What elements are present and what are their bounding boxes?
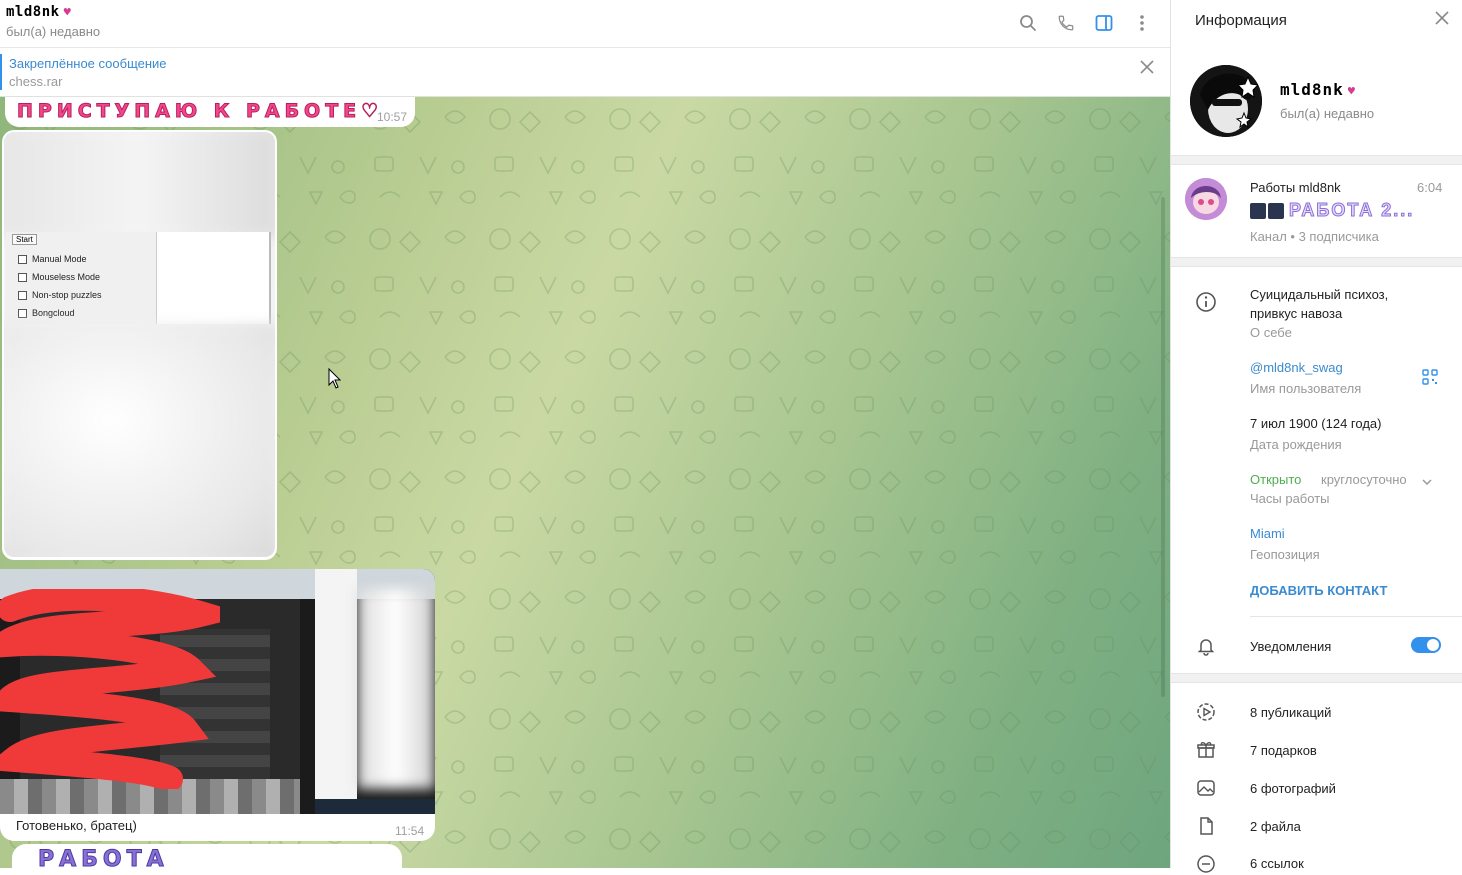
blurred-region xyxy=(4,132,275,237)
message-time: 10:57 xyxy=(377,110,408,124)
sticker-message[interactable]: РАБОТА ВЫПОЛНЕНА! xyxy=(12,844,402,868)
chat-area: mld8nk ♥ был(а) недавно Закреплённое сооб… xyxy=(0,0,1170,868)
qr-code-icon[interactable] xyxy=(1422,369,1438,390)
about-text[interactable]: Суицидальный психоз, привкус навоза xyxy=(1250,285,1420,323)
red-scribble xyxy=(0,589,220,789)
chat-background: ПРИСТУПАЮ К РАБОТЕ♡ 10:57 Start Manual M… xyxy=(0,97,1170,868)
pinned-message[interactable]: Закреплённое сообщение chess.rar xyxy=(0,48,1170,97)
channel-preview: РАБОТА 2... xyxy=(1289,200,1415,221)
profile-name: mld8nk ♥ xyxy=(1280,80,1357,99)
birthday-value[interactable]: 7 июл 1900 (124 года) xyxy=(1250,416,1381,431)
media-item-label: 6 ссылок xyxy=(1250,856,1304,871)
notifications-label: Уведомления xyxy=(1250,639,1332,654)
link-icon xyxy=(1195,853,1217,875)
section-divider xyxy=(1171,155,1462,165)
gift-icon xyxy=(1195,739,1217,761)
location-link[interactable]: Miami xyxy=(1250,526,1285,541)
notifications-toggle[interactable] xyxy=(1411,637,1441,653)
hours-open-status[interactable]: Открыто xyxy=(1250,472,1301,487)
divider xyxy=(1250,616,1462,617)
option-label: Bongcloud xyxy=(32,308,75,318)
stories-icon xyxy=(1195,701,1217,723)
checkbox-icon xyxy=(18,308,27,318)
chevron-down-icon[interactable] xyxy=(1422,474,1432,492)
birthday-label: Дата рождения xyxy=(1250,437,1342,452)
add-contact-button[interactable]: ДОБАВИТЬ КОНТАКТ xyxy=(1250,583,1387,598)
media-item-label: 7 подарков xyxy=(1250,743,1317,758)
close-icon[interactable] xyxy=(1140,60,1154,79)
media-item-label: 8 публикаций xyxy=(1250,705,1332,720)
profile-status: был(а) недавно xyxy=(1280,106,1375,121)
option-label: Non-stop puzzles xyxy=(32,290,102,300)
phone-icon[interactable] xyxy=(1052,9,1080,37)
sidebar-toggle-icon[interactable] xyxy=(1090,9,1118,37)
section-divider xyxy=(1171,257,1462,267)
pinned-indicator xyxy=(0,54,2,90)
hours-label: Часы работы xyxy=(1250,491,1330,506)
mouse-cursor-icon xyxy=(328,368,342,389)
option-label: Mouseless Mode xyxy=(32,272,101,282)
chat-status: был(а) недавно xyxy=(6,24,101,39)
username-link[interactable]: @mld8nk_swag xyxy=(1250,360,1343,375)
info-icon xyxy=(1195,291,1217,313)
checkbox-icon xyxy=(18,290,27,300)
channel-meta: Канал • 3 подписчика xyxy=(1250,229,1379,244)
message-time: 11:54 xyxy=(395,824,425,838)
screenshot-image[interactable]: Start Manual Mode Mouseless Mode Non-sto… xyxy=(4,132,275,557)
info-sidebar: Информация mld8nk ♥ был(а) недавно Работ… xyxy=(1170,0,1462,873)
close-icon[interactable] xyxy=(1435,11,1449,30)
media-item-label: 2 файла xyxy=(1250,819,1301,834)
about-label: О себе xyxy=(1250,325,1292,340)
channel-name: Работы mld8nk xyxy=(1250,180,1341,195)
search-icon[interactable] xyxy=(1014,9,1042,37)
location-label: Геопозиция xyxy=(1250,547,1320,562)
channel-time: 6:04 xyxy=(1417,180,1443,195)
channel-avatar xyxy=(1185,178,1227,220)
screenshot-image[interactable] xyxy=(0,569,435,814)
sticker-text: РАБОТА ВЫПОЛНЕНА! xyxy=(38,847,169,869)
blurred-region xyxy=(357,589,435,789)
checkbox-icon xyxy=(18,272,27,282)
sidebar-title: Информация xyxy=(1195,12,1287,29)
chat-title[interactable]: mld8nk ♥ xyxy=(6,4,71,20)
bell-icon xyxy=(1195,635,1217,657)
file-icon xyxy=(1195,815,1217,837)
chat-scrollbar[interactable] xyxy=(1161,197,1165,697)
username-label: Имя пользователя xyxy=(1250,381,1362,396)
photo-icon xyxy=(1195,777,1217,799)
pinned-text: chess.rar xyxy=(9,74,63,89)
app-panel: Start Manual Mode Mouseless Mode Non-sto… xyxy=(6,232,157,324)
sticker-text: ПРИСТУПАЮ К РАБОТЕ♡ xyxy=(16,100,384,123)
blurred-region xyxy=(4,324,275,557)
start-button: Start xyxy=(12,234,37,245)
hours-schedule[interactable]: круглосуточно xyxy=(1321,472,1407,487)
pinned-title: Закреплённое сообщение xyxy=(9,56,167,71)
more-options-icon[interactable] xyxy=(1128,9,1156,37)
section-divider xyxy=(1171,673,1462,683)
option-label: Manual Mode xyxy=(32,254,87,264)
checkbox-icon xyxy=(18,254,27,264)
avatar[interactable] xyxy=(1190,65,1262,137)
chat-header[interactable]: mld8nk ♥ был(а) недавно xyxy=(0,0,1170,48)
heart-icon: ♥ xyxy=(63,5,72,19)
image-message[interactable]: Готовенько, братец) 11:54 xyxy=(0,569,435,841)
channel-preview-icons xyxy=(1250,203,1284,219)
sticker-message[interactable]: ПРИСТУПАЮ К РАБОТЕ♡ 10:57 xyxy=(5,97,415,127)
message-caption: Готовенько, братец) xyxy=(16,818,137,833)
heart-icon: ♥ xyxy=(1347,84,1357,98)
app-panel-right xyxy=(157,232,271,324)
media-item-label: 6 фотографий xyxy=(1250,781,1336,796)
image-message[interactable]: Start Manual Mode Mouseless Mode Non-sto… xyxy=(2,130,277,560)
